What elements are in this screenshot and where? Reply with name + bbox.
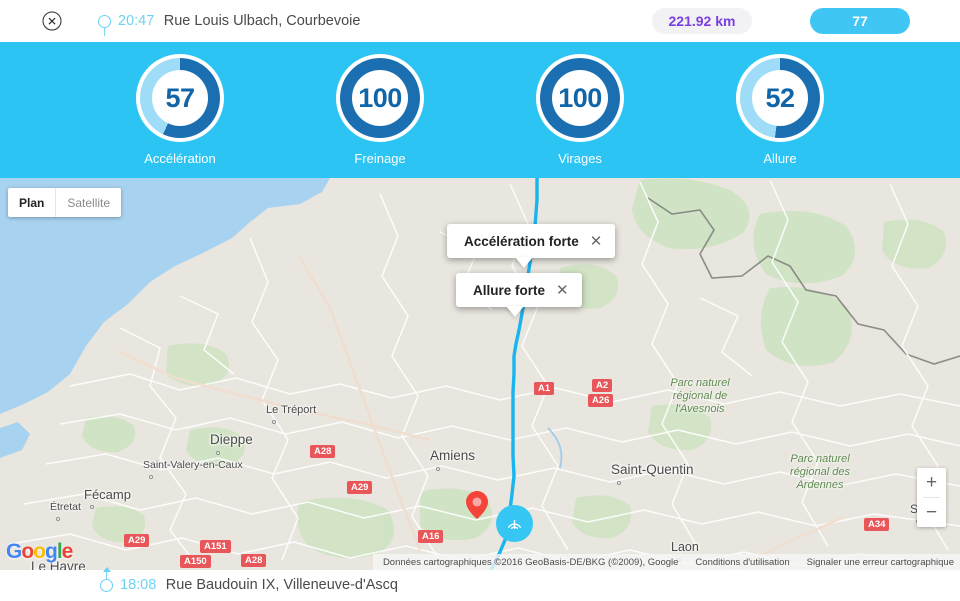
bottom-bar: 18:08 Rue Baudouin IX, Villeneuve-d'Ascq	[0, 566, 960, 601]
score-gauge-3: 52 Allure	[708, 54, 852, 166]
map-place-label: Dieppe	[210, 432, 253, 447]
gauge-dial: 57	[136, 54, 224, 142]
map-type-satellite[interactable]: Satellite	[55, 188, 121, 217]
map-place-dot	[617, 480, 621, 485]
map-road-shield: A28	[241, 554, 267, 567]
close-circle-icon[interactable]: ✕	[42, 11, 62, 31]
distance-badge: 221.92 km	[652, 8, 752, 34]
destination-time: 18:08	[120, 577, 157, 593]
top-bar: ✕ 20:47 Rue Louis Ulbach, Courbevoie 221…	[0, 0, 960, 42]
minus-icon[interactable]: −	[917, 498, 946, 527]
map-road-shield: A34	[864, 518, 890, 531]
google-logo-letter: o	[21, 540, 34, 563]
gauge-dial: 100	[336, 54, 424, 142]
map-attribution: Données cartographiques ©2016 GeoBasis-D…	[372, 554, 960, 570]
infowindow-allure[interactable]: Allure forte ✕	[456, 273, 582, 317]
map-place-label: Saint-Quentin	[611, 462, 694, 477]
map-place-dot	[56, 516, 60, 521]
map-place-label: Étretat	[50, 501, 81, 513]
map-place-dot	[149, 474, 153, 479]
map-place-label: Le Tréport	[266, 404, 317, 416]
google-logo-letter: g	[45, 540, 58, 563]
map-road-shield: A150	[180, 555, 211, 568]
score-gauge-0: 57 Accélération	[108, 54, 252, 166]
attribution-report[interactable]: Signaler une erreur cartographique	[807, 557, 954, 568]
attribution-terms[interactable]: Conditions d'utilisation	[695, 557, 789, 568]
plus-icon[interactable]: +	[917, 468, 946, 497]
map-place-dot	[216, 450, 220, 455]
map-park-label: Parc naturel régional de l'Avesnois	[670, 377, 730, 415]
start-pin-icon	[98, 14, 111, 28]
map-road-shield: A151	[200, 540, 231, 553]
map-park-label: Parc naturel régional des Ardennes	[790, 453, 850, 491]
google-logo-letter: o	[33, 540, 46, 563]
map-road-shield: A29	[347, 481, 373, 494]
gauge-label: Virages	[558, 151, 602, 166]
map-place-label: Laon	[671, 540, 699, 554]
google-logo: Google	[6, 540, 74, 564]
attribution-data: Données cartographiques ©2016 GeoBasis-D…	[382, 556, 679, 568]
destination-address: Rue Baudouin IX, Villeneuve-d'Ascq	[165, 577, 398, 593]
origin-address: Rue Louis Ulbach, Courbevoie	[163, 13, 361, 29]
score-band: 57 Accélération 100 Freinage 100 Virages 52 All…	[0, 42, 960, 178]
close-icon[interactable]: ✕	[590, 234, 603, 249]
red-event-pin-upper[interactable]	[466, 491, 488, 524]
gauge-value: 100	[558, 82, 602, 113]
trip-destination: 18:08 Rue Baudouin IX, Villeneuve-d'Ascq	[100, 566, 398, 594]
origin-time: 20:47	[118, 13, 155, 29]
infowindow-tail	[515, 257, 533, 268]
trip-origin: 20:47 Rue Louis Ulbach, Courbevoie	[98, 12, 360, 30]
map-road-shield: A26	[588, 394, 614, 407]
map-place-label: Saint-Valery-en-Caux	[143, 459, 243, 471]
map-type-switcher[interactable]: Plan Satellite	[8, 188, 122, 217]
google-logo-letter: e	[61, 540, 74, 563]
map-place-label: Fécamp	[84, 487, 131, 502]
end-pin-icon	[100, 566, 113, 592]
gauge-value: 57	[165, 82, 195, 113]
map-road-shield: A1	[534, 382, 555, 395]
close-icon[interactable]: ✕	[556, 283, 569, 298]
score-gauge-2: 100 Virages	[508, 54, 652, 166]
gauge-label: Accélération	[144, 151, 216, 166]
gauge-label: Allure	[763, 151, 797, 166]
map-canvas[interactable]: Plan Satellite Le Tréport Dieppe Saint-Val…	[0, 178, 960, 570]
gauge-value: 52	[765, 82, 795, 113]
global-score-badge: 77	[810, 8, 910, 34]
map-place-label: Amiens	[430, 448, 476, 463]
infowindow-label: Allure forte	[473, 282, 546, 298]
map-road-shield: A2	[592, 379, 613, 392]
infowindow-acceleration[interactable]: Accélération forte ✕	[447, 224, 616, 268]
score-gauge-1: 100 Freinage	[308, 54, 452, 166]
map-zoom-controls[interactable]: + −	[917, 468, 946, 527]
map-place-dot	[90, 505, 94, 509]
infowindow-tail	[506, 306, 524, 317]
map-type-plan[interactable]: Plan	[8, 188, 55, 217]
map-place-dot	[436, 466, 440, 471]
event-marker-allure[interactable]	[496, 505, 533, 542]
map-road-shield: A29	[124, 534, 150, 547]
google-logo-letter: G	[6, 540, 22, 563]
gauge-dial: 100	[536, 54, 624, 142]
infowindow-label: Accélération forte	[464, 233, 579, 249]
gauge-value: 100	[358, 82, 402, 113]
map-pin-icon	[466, 491, 488, 519]
trip-detail-screen: ✕ 20:47 Rue Louis Ulbach, Courbevoie 221…	[0, 0, 960, 601]
map-road-shield: A16	[418, 530, 444, 543]
speed-waves-icon	[508, 519, 521, 529]
gauge-dial: 52	[736, 54, 824, 142]
map-place-dot	[272, 420, 276, 424]
gauge-label: Freinage	[354, 151, 406, 166]
map-road-shield: A28	[310, 445, 336, 458]
